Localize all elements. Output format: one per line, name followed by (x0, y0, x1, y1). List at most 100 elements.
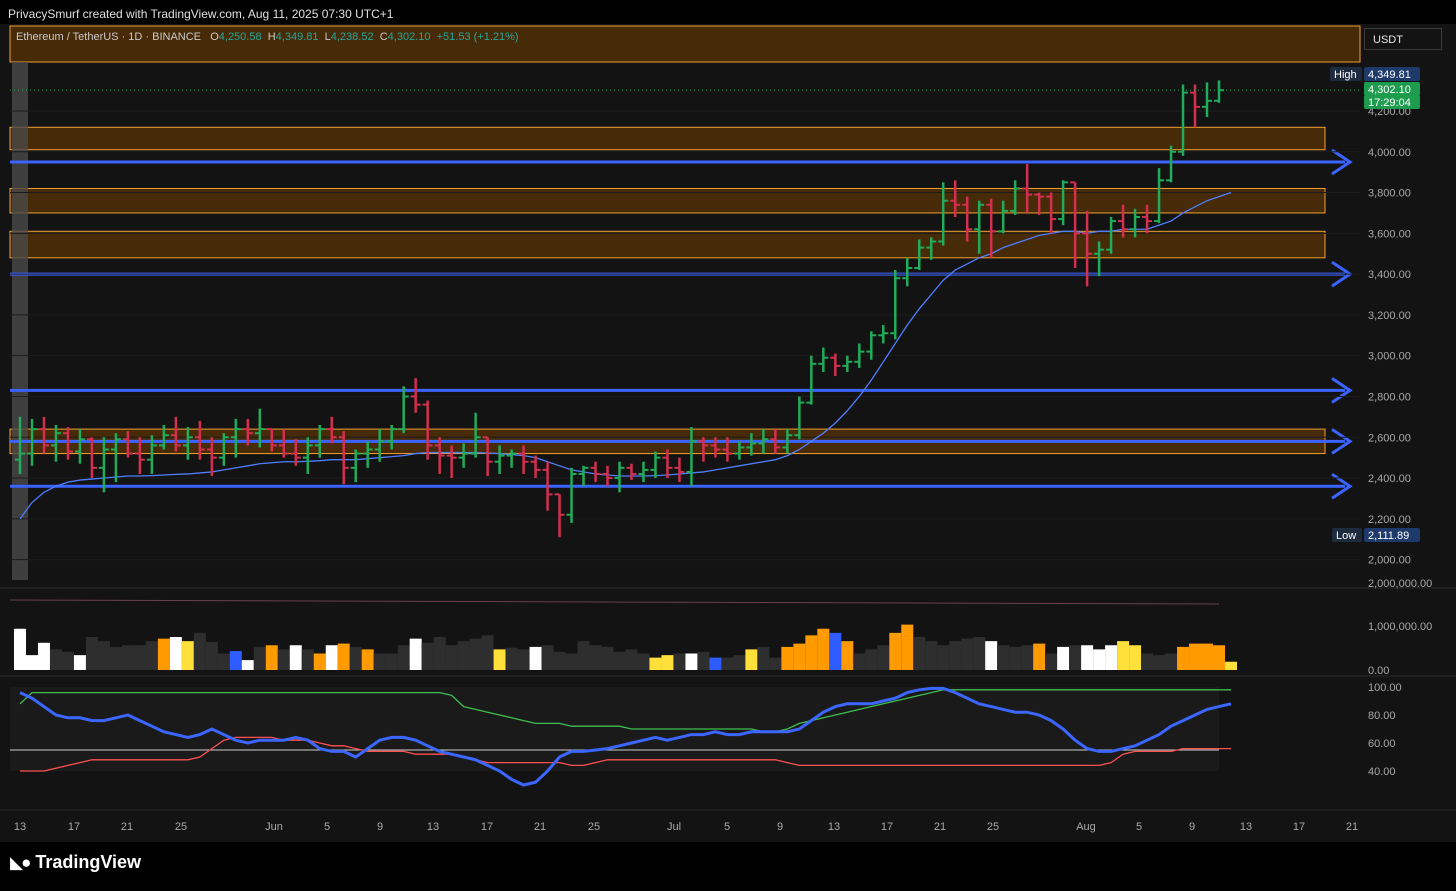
high-label-tag: High (1334, 69, 1357, 81)
price-tick-label: 2,000.00 (1368, 555, 1411, 567)
volume-bar (1177, 646, 1190, 670)
volume-bar (637, 653, 650, 670)
volume-bar (14, 628, 26, 670)
volume-bar (781, 646, 794, 670)
time-tick-label: Aug (1076, 821, 1096, 833)
volume-bar (817, 628, 830, 670)
time-axis: 13 17 21 25 Jun 5 9 13 17 21 25 Jul 5 9 13 17 21 25 Aug 5 9 1… (14, 821, 1358, 833)
volume-bar (445, 645, 458, 670)
time-tick-label: 25 (987, 821, 999, 833)
volume-bar (733, 655, 746, 670)
volume-bar (613, 651, 626, 670)
volume-bar (337, 643, 350, 670)
price-tick-label: 3,600.00 (1368, 228, 1411, 240)
countdown-tag: 17:29:04 (1368, 97, 1411, 109)
symbol-legend[interactable]: Ethereum / TetherUS · 1D · BINANCE O4,25… (16, 31, 519, 43)
low-label-tag: Low (1336, 530, 1356, 542)
volume-bar (721, 657, 734, 670)
volume-bar (289, 645, 302, 670)
volume-bar (37, 642, 50, 670)
volume-bar (805, 635, 818, 670)
oscillator-tick-label: 80.00 (1368, 710, 1396, 722)
time-tick-label: 13 (427, 821, 439, 833)
volume-bar (385, 653, 398, 670)
high-value-tag: 4,349.81 (1368, 69, 1411, 81)
volume-bar (325, 645, 338, 670)
symbol-name[interactable]: Ethereum / TetherUS · 1D · BINANCE (16, 31, 201, 43)
volume-bar (229, 651, 242, 670)
oscillator-tick-label: 100.00 (1368, 682, 1402, 694)
volume-bar (973, 637, 986, 670)
volume-bar (1117, 641, 1130, 670)
time-tick-label: 5 (724, 821, 730, 833)
close-label: C (379, 31, 388, 43)
volume-bar (1009, 646, 1022, 670)
volume-bar (1057, 646, 1070, 670)
volume-bar (937, 645, 950, 670)
volume-bar (181, 641, 194, 670)
volume-bar (577, 641, 590, 670)
volume-bar (397, 645, 410, 670)
volume-bar (625, 649, 638, 670)
resistance-zone (9, 230, 1326, 259)
time-tick-label: 17 (1293, 821, 1305, 833)
volume-average-line (9, 599, 1220, 605)
history-marker (12, 62, 28, 580)
time-tick-label: 9 (777, 821, 783, 833)
volume-bar (193, 632, 206, 670)
volume-bar (697, 651, 710, 670)
volume-bar (1081, 645, 1094, 670)
price-tick-label: 2,200.00 (1368, 514, 1411, 526)
time-tick-label: 21 (934, 821, 946, 833)
time-tick-label: 17 (481, 821, 493, 833)
volume-bar (121, 645, 134, 670)
volume-bar (889, 632, 902, 670)
time-tick-label: Jun (265, 821, 283, 833)
volume-bar (901, 624, 914, 670)
volume-bar (853, 653, 866, 670)
volume-bar (589, 645, 602, 670)
volume-bar (829, 632, 842, 670)
volume-bar (757, 646, 770, 670)
volume-bar (661, 655, 674, 670)
chart-canvas[interactable]: 4,200.004,000.003,800.003,600.003,400.00… (0, 0, 1456, 891)
tradingview-brand[interactable]: ◣● TradingView (10, 852, 141, 873)
currency-selector[interactable]: USDT (1364, 28, 1442, 50)
volume-bar (1033, 643, 1046, 670)
volume-bar (601, 646, 614, 670)
volume-bar (649, 657, 662, 670)
low-value-tag: 2,111.89 (1368, 530, 1409, 542)
volume-bar (685, 653, 698, 670)
brand-name: TradingView (35, 852, 142, 872)
price-tick-label: 3,000.00 (1368, 351, 1411, 363)
volume-bar (793, 643, 806, 670)
volume-bar (745, 649, 758, 670)
volume-bar (61, 651, 74, 670)
close-value: 4,302.10 (387, 31, 431, 43)
price-tick-label: 3,200.00 (1368, 310, 1411, 322)
volume-bar (253, 646, 266, 670)
time-tick-label: 13 (1240, 821, 1252, 833)
volume-bar (1189, 643, 1202, 670)
volume-bar (925, 641, 938, 670)
open-label: O (210, 31, 219, 43)
volume-bar (1045, 653, 1058, 670)
volume-axis: 2,000,000.00 1,000,000.00 0.00 (1368, 578, 1432, 677)
volume-bar (1093, 649, 1106, 670)
volume-bar (265, 645, 278, 670)
volume-bar (985, 641, 998, 670)
chart-caption: PrivacySmurf created with TradingView.co… (8, 7, 394, 21)
volume-bar (553, 651, 566, 670)
volume-bar (877, 645, 890, 670)
oscillator-tick-label: 40.00 (1368, 766, 1396, 778)
oscillator-tick-label: 60.00 (1368, 738, 1396, 750)
volume-bar (1129, 645, 1142, 670)
volume-bar (361, 649, 374, 670)
volume-bar (457, 641, 470, 670)
volume-bar (961, 638, 974, 670)
volume-bar (1105, 645, 1118, 670)
volume-bar (1224, 661, 1237, 670)
time-tick-label: 21 (121, 821, 133, 833)
volume-bar (913, 637, 926, 670)
volume-bar (73, 655, 86, 670)
